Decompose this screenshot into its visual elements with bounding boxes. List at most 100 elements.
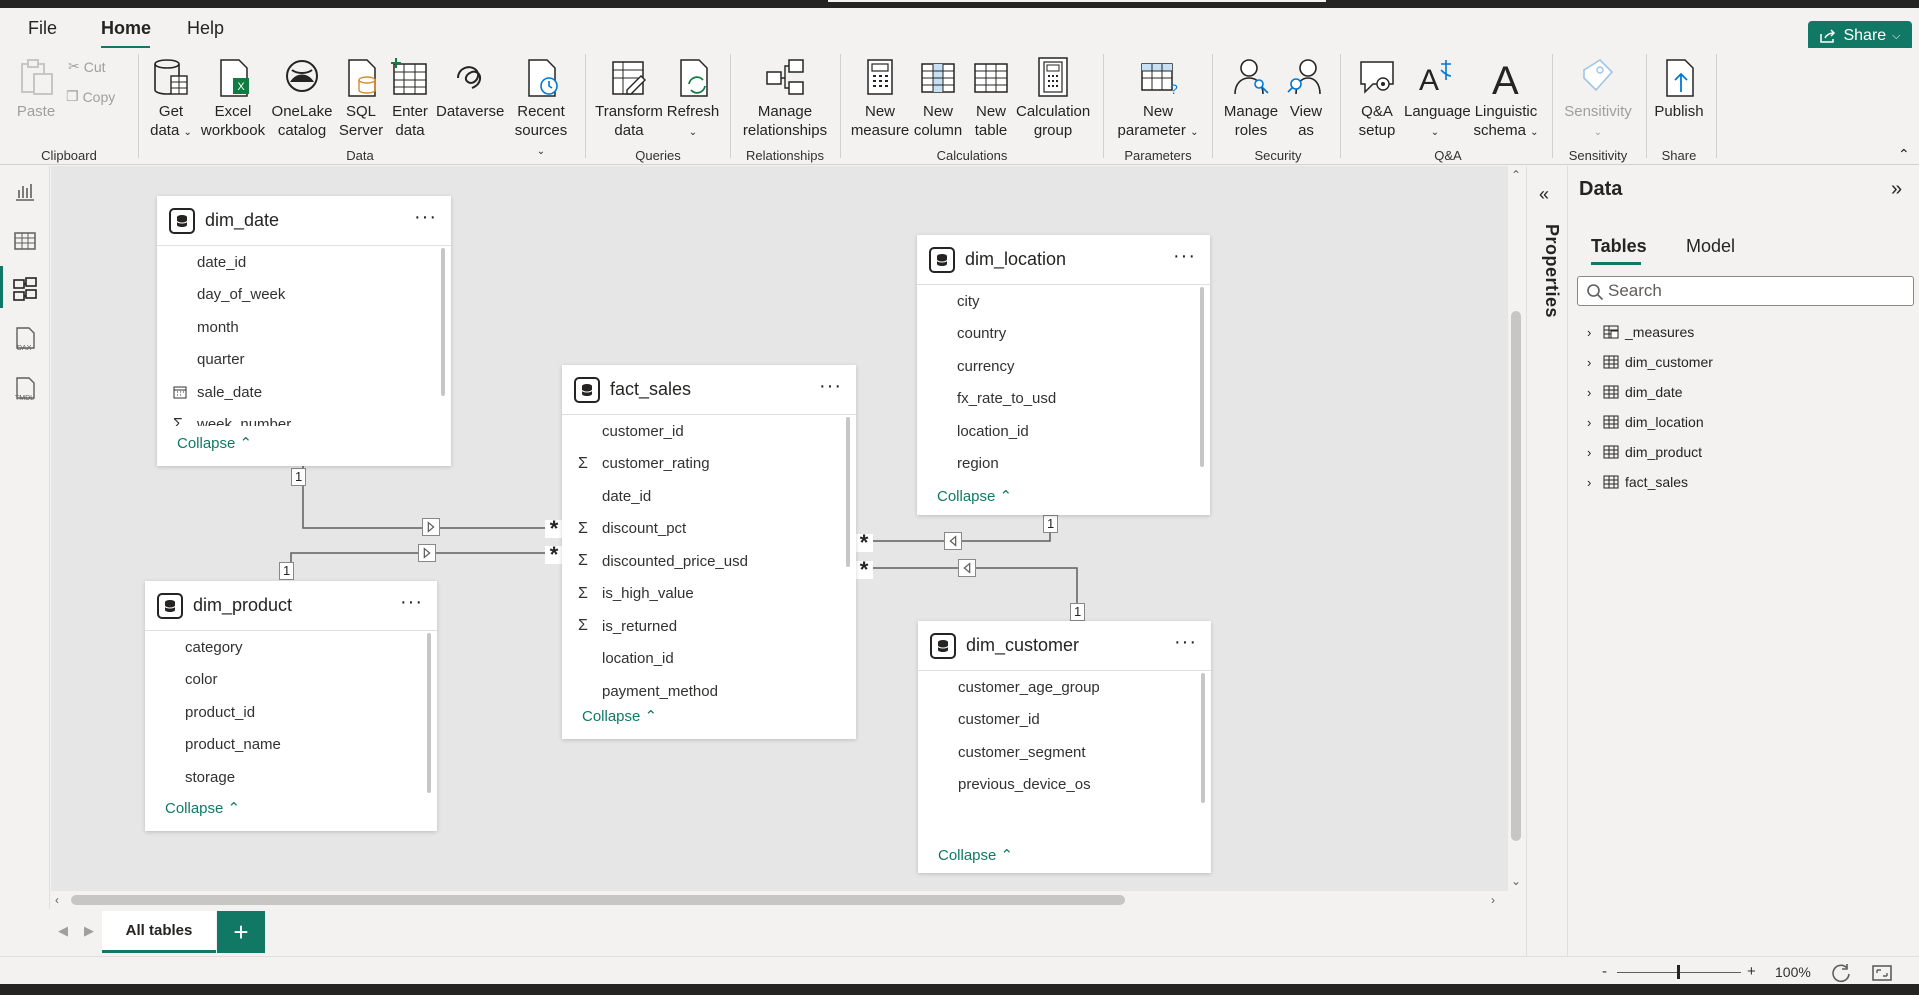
card-scrollbar[interactable]: [846, 417, 850, 567]
model-canvas[interactable]: 1 1 1 1 * * * * dim_date ··· date_id day…: [51, 166, 1511, 891]
field-item[interactable]: Σcustomer_rating: [562, 448, 856, 481]
field-item[interactable]: day_of_week: [157, 279, 451, 312]
tab-tables[interactable]: Tables: [1591, 236, 1647, 257]
field-item[interactable]: customer_age_group: [918, 671, 1211, 704]
recent-sources-button[interactable]: Recent sources ⌄: [512, 56, 570, 161]
table-card-dim-location[interactable]: dim_location ··· city country currency f…: [917, 235, 1210, 515]
card-scrollbar[interactable]: [1201, 673, 1205, 803]
sql-server-button[interactable]: SQL Server: [338, 56, 384, 140]
card-scrollbar[interactable]: [441, 248, 445, 396]
field-item[interactable]: currency: [917, 350, 1210, 383]
tree-item-dim-customer[interactable]: › dim_customer: [1587, 350, 1713, 374]
field-item[interactable]: region: [917, 448, 1210, 481]
manage-roles-button[interactable]: Manage roles: [1220, 56, 1282, 140]
tab-all-tables[interactable]: All tables: [102, 911, 216, 953]
view-as-button[interactable]: View as: [1286, 56, 1326, 140]
collapse-link[interactable]: Collapse ⌃: [177, 434, 252, 452]
fit-to-screen-icon[interactable]: [1871, 962, 1893, 984]
field-item[interactable]: Σdiscounted_price_usd: [562, 545, 856, 578]
collapse-link[interactable]: Collapse ⌃: [165, 799, 240, 817]
menu-file[interactable]: File: [28, 18, 57, 39]
tmdl-view-icon[interactable]: TMDL: [12, 376, 38, 402]
more-options-icon[interactable]: ···: [1173, 245, 1196, 268]
field-item[interactable]: date_id: [562, 480, 856, 513]
field-item[interactable]: date_id: [157, 246, 451, 279]
reset-layout-icon[interactable]: [1830, 962, 1852, 984]
field-item[interactable]: fx_rate_to_usd: [917, 383, 1210, 416]
field-item[interactable]: customer_segment: [918, 736, 1211, 769]
table-card-fact-sales[interactable]: fact_sales ··· customer_id Σcustomer_rat…: [562, 365, 856, 739]
new-measure-button[interactable]: New measure: [850, 56, 910, 140]
share-button[interactable]: Share ⌵: [1808, 21, 1912, 51]
add-layout-button[interactable]: +: [217, 911, 265, 953]
table-card-dim-product[interactable]: dim_product ··· category color product_i…: [145, 581, 437, 831]
more-options-icon[interactable]: ···: [1174, 631, 1197, 654]
dataverse-button[interactable]: Dataverse: [436, 56, 504, 121]
paste-button[interactable]: Paste: [14, 56, 58, 121]
calculation-group-button[interactable]: Calculation group: [1016, 56, 1090, 140]
model-view-icon[interactable]: [12, 276, 38, 302]
zoom-slider-thumb[interactable]: [1677, 965, 1680, 979]
table-card-dim-date[interactable]: dim_date ··· date_id day_of_week month q…: [157, 196, 451, 466]
table-card-header[interactable]: dim_location ···: [917, 235, 1210, 285]
table-card-header[interactable]: dim_customer ···: [918, 621, 1211, 671]
field-item[interactable]: storage: [145, 761, 437, 794]
more-options-icon[interactable]: ···: [414, 206, 437, 229]
cut-button[interactable]: ✂ Cut: [68, 58, 106, 75]
tab-prev-icon[interactable]: ◀: [58, 923, 68, 939]
field-item[interactable]: product_name: [145, 729, 437, 762]
field-item[interactable]: Σweek_number: [157, 409, 451, 427]
search-input[interactable]: Search: [1577, 276, 1914, 306]
filter-direction-icon[interactable]: [418, 544, 436, 562]
filter-direction-icon[interactable]: [958, 559, 976, 577]
more-options-icon[interactable]: ···: [400, 591, 423, 614]
new-parameter-button[interactable]: ? New parameter ⌄: [1112, 56, 1204, 142]
field-item[interactable]: customer_id: [562, 415, 856, 448]
tree-item-dim-date[interactable]: › dim_date: [1587, 380, 1683, 404]
language-button[interactable]: A Language ⌄: [1404, 56, 1471, 142]
scroll-left-icon[interactable]: ‹: [55, 893, 59, 907]
field-item[interactable]: payment_method: [562, 675, 856, 700]
sensitivity-button[interactable]: Sensitivity ⌄: [1560, 56, 1636, 142]
linguistic-schema-button[interactable]: A Linguistic schema ⌄: [1470, 56, 1542, 142]
tree-item-dim-product[interactable]: › dim_product: [1587, 440, 1702, 464]
table-view-icon[interactable]: [12, 228, 38, 254]
field-item[interactable]: previous_device_os: [918, 769, 1211, 802]
tab-next-icon[interactable]: ▶: [84, 923, 94, 939]
zoom-in-button[interactable]: +: [1747, 963, 1756, 980]
menu-home[interactable]: Home: [101, 18, 151, 39]
report-view-icon[interactable]: [12, 178, 38, 204]
filter-direction-icon[interactable]: [944, 532, 962, 550]
more-options-icon[interactable]: ···: [819, 375, 842, 398]
scroll-right-icon[interactable]: ›: [1491, 893, 1495, 907]
collapse-ribbon-icon[interactable]: ⌃: [1898, 146, 1910, 163]
tree-item-dim-location[interactable]: › dim_location: [1587, 410, 1704, 434]
table-card-header[interactable]: dim_product ···: [145, 581, 437, 631]
collapse-link[interactable]: Collapse ⌃: [938, 846, 1013, 864]
enter-data-button[interactable]: Enter data: [388, 56, 432, 140]
field-item[interactable]: category: [145, 631, 437, 664]
manage-relationships-button[interactable]: Manage relationships: [740, 56, 830, 140]
field-item[interactable]: Σis_returned: [562, 610, 856, 643]
table-card-dim-customer[interactable]: dim_customer ··· customer_age_group cust…: [918, 621, 1211, 873]
onelake-catalog-button[interactable]: OneLake catalog: [270, 56, 334, 140]
excel-workbook-button[interactable]: X Excel workbook: [198, 56, 268, 140]
transform-data-button[interactable]: Transform data: [594, 56, 664, 140]
properties-pane-collapsed[interactable]: « Properties: [1526, 166, 1568, 956]
expand-left-icon[interactable]: «: [1539, 184, 1549, 205]
get-data-button[interactable]: Get data ⌄: [148, 56, 194, 142]
field-item[interactable]: country: [917, 318, 1210, 351]
field-item[interactable]: city: [917, 285, 1210, 318]
field-item[interactable]: location_id: [917, 415, 1210, 448]
table-card-header[interactable]: fact_sales ···: [562, 365, 856, 415]
copy-button[interactable]: ❐ Copy: [66, 88, 115, 105]
qa-setup-button[interactable]: Q&A setup: [1352, 56, 1402, 140]
refresh-button[interactable]: Refresh ⌄: [666, 56, 720, 142]
field-item[interactable]: customer_id: [918, 704, 1211, 737]
table-card-header[interactable]: dim_date ···: [157, 196, 451, 246]
field-item[interactable]: product_id: [145, 696, 437, 729]
dax-query-view-icon[interactable]: DAX: [12, 326, 38, 352]
scroll-thumb[interactable]: [1511, 311, 1521, 841]
new-column-button[interactable]: New column: [912, 56, 964, 140]
field-item[interactable]: month: [157, 311, 451, 344]
